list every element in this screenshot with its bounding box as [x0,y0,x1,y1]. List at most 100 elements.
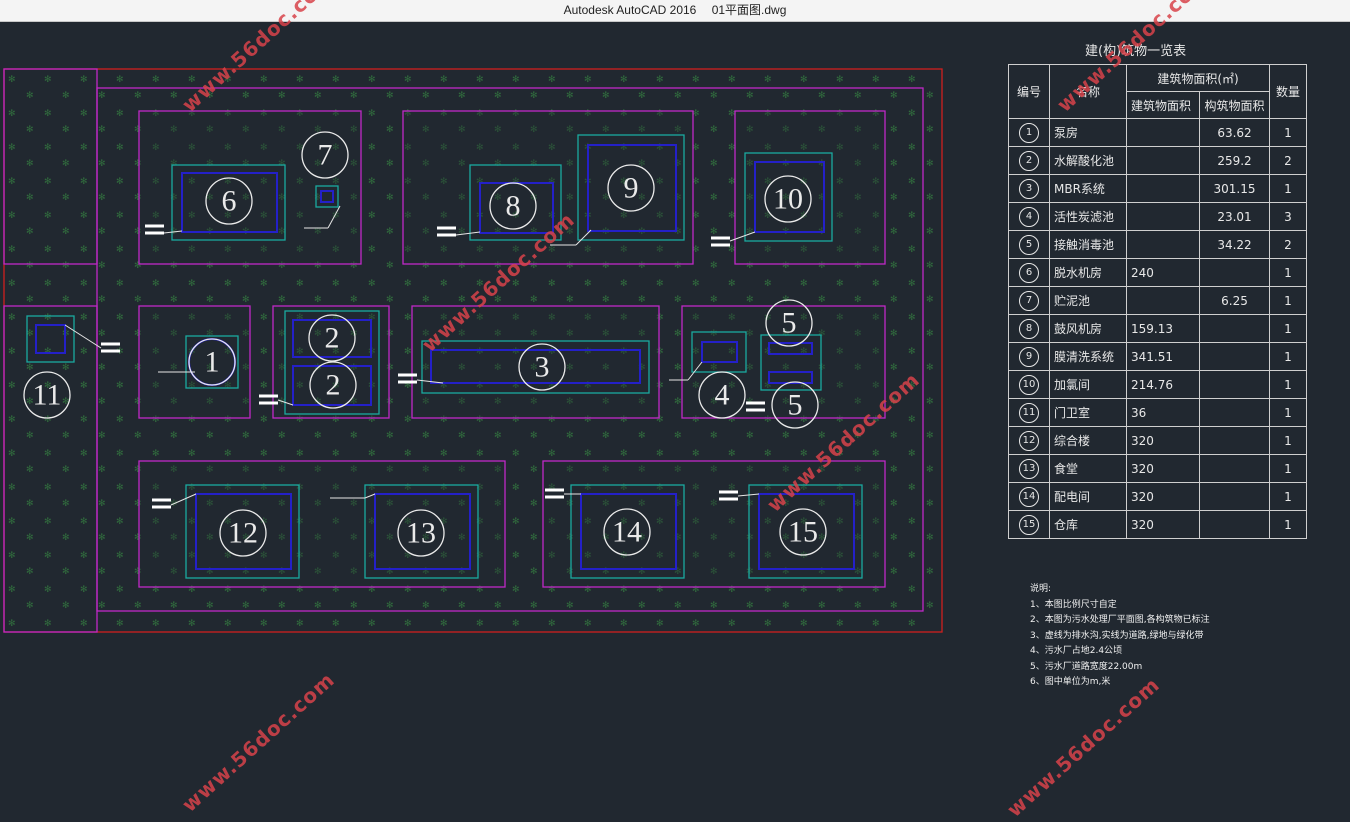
table-row: 12 综合楼 320 1 [1008,426,1307,455]
table-row: 15 仓库 320 1 [1008,510,1307,539]
table-body: 1 泵房 63.62 1 2 水解酸化池 259.2 2 3 MBR系统 301.15 1 4 活性炭滤池… [1008,118,1307,539]
plan-label-9: 9 [624,172,639,205]
table-row: 14 配电间 320 1 [1008,482,1307,511]
plan-label-11: 11 [33,379,62,412]
row-struct-area [1199,454,1270,483]
plan-label-15: 15 [788,516,818,549]
plan-label-2b: 2 [326,369,341,402]
row-no-badge: 15 [1019,514,1039,535]
row-name: 贮泥池 [1049,286,1127,315]
table-row: 9 膜清洗系统 341.51 1 [1008,342,1307,371]
row-name: 鼓风机房 [1049,314,1127,343]
row-struct-area: 63.62 [1199,118,1270,147]
note-line: 说明: [1030,584,1052,594]
row-no-badge: 7 [1019,290,1039,311]
row-qty: 1 [1269,286,1307,315]
row-name: 脱水机房 [1049,258,1127,287]
row-qty: 1 [1269,454,1307,483]
row-no-badge: 12 [1019,430,1039,451]
row-bldg-area [1126,174,1200,203]
notes: 说明: 1、本图比例尺寸自定 2、本图为污水处理厂平面图,各构筑物已标注 3、虚… [1030,582,1210,691]
plan-label-4: 4 [715,379,730,412]
row-name: 活性炭滤池 [1049,202,1127,231]
row-bldg-area [1126,286,1200,315]
table-row: 10 加氯间 214.76 1 [1008,370,1307,399]
row-name: 门卫室 [1049,398,1127,427]
row-qty: 1 [1269,482,1307,511]
row-qty: 1 [1269,314,1307,343]
row-struct-area: 6.25 [1199,286,1270,315]
table-row: 6 脱水机房 240 1 [1008,258,1307,287]
app-title: Autodesk AutoCAD 2016 [563,3,697,17]
row-struct-area [1199,426,1270,455]
plot-1 [138,305,251,419]
row-name: 综合楼 [1049,426,1127,455]
row-qty: 1 [1269,258,1307,287]
row-struct-area [1199,314,1270,343]
row-bldg-area: 36 [1126,398,1200,427]
row-qty: 3 [1269,202,1307,231]
row-bldg-area: 159.13 [1126,314,1200,343]
row-qty: 2 [1269,146,1307,175]
row-no-badge: 13 [1019,458,1039,479]
row-no-badge: 6 [1019,262,1039,283]
table-row: 4 活性炭滤池 23.01 3 [1008,202,1307,231]
row-bldg-area: 240 [1126,258,1200,287]
note-line: 5、污水厂道路宽度22.00m [1030,661,1143,672]
plan-label-14: 14 [612,516,642,549]
plan-label-8: 8 [506,190,521,223]
plan-label-6: 6 [222,185,237,218]
row-struct-area [1199,342,1270,371]
table-row: 3 MBR系统 301.15 1 [1008,174,1307,203]
header-struct-area: 构筑物面积 [1199,91,1270,119]
plan-label-2a: 2 [325,322,340,355]
row-bldg-area [1126,230,1200,259]
row-struct-area: 23.01 [1199,202,1270,231]
row-bldg-area: 214.76 [1126,370,1200,399]
row-name: 配电间 [1049,482,1127,511]
row-no-badge: 1 [1019,122,1039,143]
row-bldg-area: 320 [1126,454,1200,483]
row-bldg-area [1126,202,1200,231]
table-row: 11 门卫室 36 1 [1008,398,1307,427]
header-area: 建筑物面积(㎡) [1126,64,1270,92]
row-no-badge: 3 [1019,178,1039,199]
note-line: 2、本图为污水处理厂平面图,各构筑物已标注 [1030,615,1210,625]
row-name: MBR系统 [1049,174,1127,203]
row-struct-area [1199,482,1270,511]
row-qty: 1 [1269,342,1307,371]
row-name: 加氯间 [1049,370,1127,399]
row-no-badge: 4 [1019,206,1039,227]
row-qty: 1 [1269,370,1307,399]
row-name: 泵房 [1049,118,1127,147]
row-no-badge: 9 [1019,346,1039,367]
row-struct-area [1199,398,1270,427]
row-struct-area: 34.22 [1199,230,1270,259]
plan-label-12: 12 [228,517,258,550]
row-bldg-area: 320 [1126,426,1200,455]
row-qty: 1 [1269,398,1307,427]
header-no: 编号 [1008,64,1050,119]
row-qty: 1 [1269,510,1307,539]
table-row: 5 接触消毒池 34.22 2 [1008,230,1307,259]
row-bldg-area: 320 [1126,482,1200,511]
row-no-badge: 11 [1019,402,1039,423]
file-title: 01平面图.dwg [711,3,787,17]
row-no-badge: 10 [1019,374,1039,395]
row-struct-area [1199,258,1270,287]
row-qty: 2 [1269,230,1307,259]
row-name: 仓库 [1049,510,1127,539]
table-row: 2 水解酸化池 259.2 2 [1008,146,1307,175]
row-bldg-area: 320 [1126,510,1200,539]
row-qty: 1 [1269,426,1307,455]
row-qty: 1 [1269,118,1307,147]
plan-label-3: 3 [535,351,550,384]
plan-label-5b: 5 [788,389,803,422]
note-line: 3、虚线为排水沟,实线为道路,绿地与绿化带 [1030,630,1204,641]
row-no-badge: 14 [1019,486,1039,507]
plan-label-13: 13 [406,517,436,550]
row-bldg-area [1126,118,1200,147]
note-line: 1、本图比例尺寸自定 [1030,599,1117,610]
plan-label-5a: 5 [782,307,797,340]
row-no-badge: 8 [1019,318,1039,339]
